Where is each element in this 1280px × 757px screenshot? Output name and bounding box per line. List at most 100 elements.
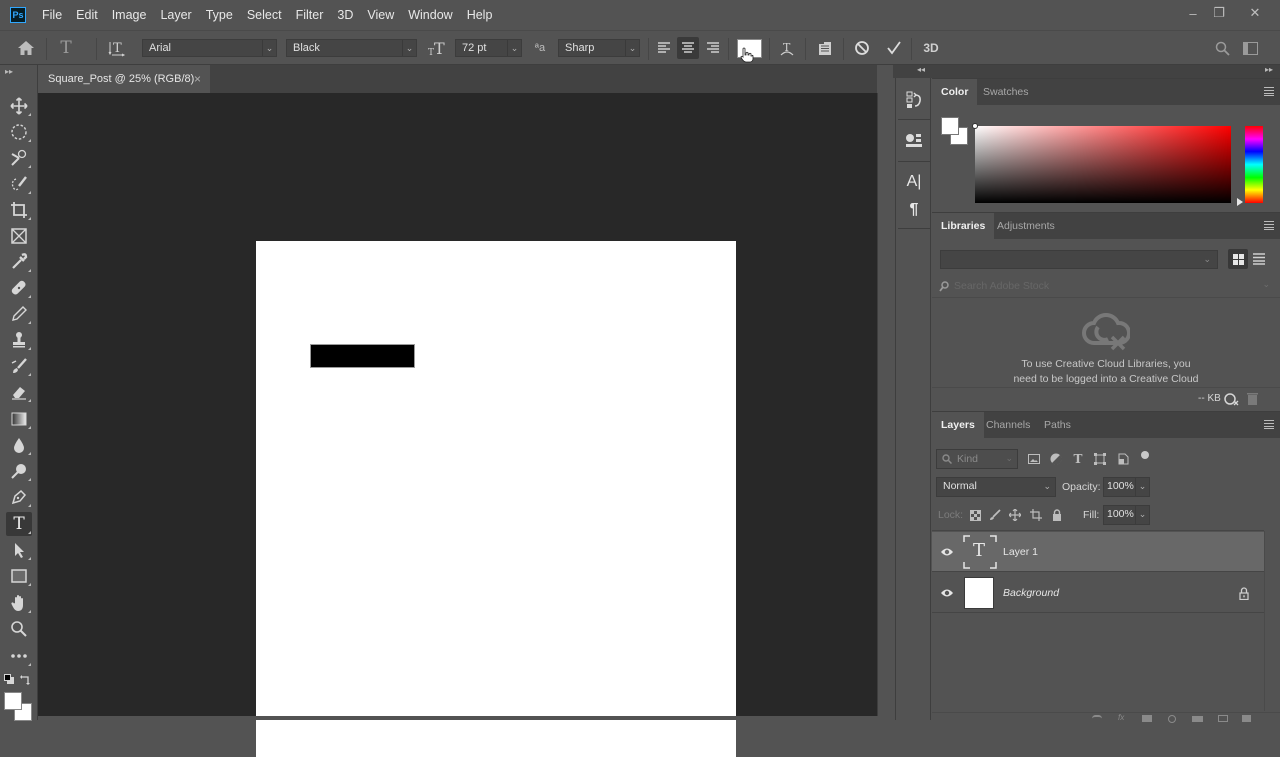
adjustment-layer-icon[interactable] (1168, 715, 1176, 723)
align-right-button[interactable] (702, 37, 724, 59)
menu-3d[interactable]: 3D (337, 8, 353, 22)
layer-filter-kind-select[interactable]: Kind ⌄ (936, 449, 1018, 469)
restore-button[interactable]: ❐ (1206, 4, 1232, 22)
tab-paths[interactable]: Paths (1035, 412, 1080, 438)
swap-colors-button[interactable] (20, 674, 31, 685)
tab-swatches[interactable]: Swatches (974, 79, 1038, 105)
tool-eyedropper[interactable] (6, 250, 32, 274)
trash-icon[interactable] (1247, 392, 1258, 405)
color-panel-foreground-swatch[interactable] (941, 117, 959, 135)
character-panel-button[interactable]: A| (899, 168, 929, 196)
tab-color[interactable]: Color (932, 79, 978, 105)
grid-view-button[interactable] (1228, 249, 1248, 269)
font-size-select[interactable]: 72 pt ⌄ (455, 39, 522, 57)
layer-row[interactable]: Background (932, 573, 1264, 613)
tool-type[interactable]: T (6, 512, 32, 536)
library-select[interactable]: ⌄ (940, 250, 1218, 269)
tool-brush[interactable] (6, 302, 32, 326)
tool-blur[interactable] (6, 433, 32, 457)
expand-panels-icon[interactable]: ▸▸ (1265, 65, 1273, 74)
tool-gradient[interactable] (6, 407, 32, 431)
character-panel-toggle[interactable] (814, 37, 836, 59)
tool-healing-brush[interactable] (6, 276, 32, 300)
blend-mode-select[interactable]: Normal ⌄ (936, 477, 1056, 497)
new-layer-icon[interactable] (1218, 715, 1228, 722)
filter-pixel-layers[interactable] (1027, 452, 1041, 466)
filter-shape-layers[interactable] (1093, 452, 1107, 466)
hue-slider-handle[interactable] (1237, 198, 1243, 206)
hue-slider[interactable] (1245, 126, 1263, 203)
filter-smart-objects[interactable] (1116, 452, 1130, 466)
opacity-slider-toggle[interactable]: ⌄ (1135, 477, 1150, 497)
tool-quick-selection[interactable] (6, 146, 32, 170)
menu-file[interactable]: File (42, 8, 62, 22)
lock-position[interactable] (1008, 508, 1022, 522)
menu-type[interactable]: Type (206, 8, 233, 22)
menu-image[interactable]: Image (112, 8, 147, 22)
layers-scrollbar[interactable] (1264, 531, 1280, 711)
filter-toggle-switch[interactable] (1141, 451, 1149, 459)
lock-artboard[interactable] (1029, 508, 1043, 522)
home-button[interactable] (15, 37, 37, 59)
new-group-icon[interactable] (1192, 716, 1203, 722)
layer-name[interactable]: Background (1003, 573, 1059, 613)
workspace-button[interactable] (1239, 37, 1261, 59)
lock-transparent-pixels[interactable] (968, 508, 982, 522)
collapse-toolbar-icon[interactable]: ▸▸ (5, 67, 13, 76)
fill-input[interactable]: 100% (1103, 505, 1136, 525)
collapse-dock-icon[interactable]: ◂◂ (917, 65, 925, 74)
commit-edits-button[interactable] (883, 37, 905, 59)
canvas-area[interactable] (38, 93, 877, 757)
tool-more[interactable] (6, 644, 32, 668)
tool-frame[interactable] (6, 224, 32, 248)
tab-channels[interactable]: Channels (977, 412, 1039, 438)
menu-filter[interactable]: Filter (296, 8, 324, 22)
horizontal-scrollbar[interactable] (38, 716, 893, 720)
warp-text-button[interactable]: T (776, 37, 798, 59)
color-picker-handle[interactable] (972, 123, 978, 129)
menu-select[interactable]: Select (247, 8, 282, 22)
default-colors-button[interactable] (4, 674, 15, 685)
tool-preset-picker[interactable]: T (55, 37, 77, 59)
3d-materials-panel-button[interactable] (899, 126, 929, 154)
align-left-button[interactable] (653, 37, 675, 59)
fx-icon[interactable]: fx (1118, 713, 1124, 722)
filter-type-layers[interactable]: T (1071, 452, 1085, 466)
menu-view[interactable]: View (367, 8, 394, 22)
cancel-edits-button[interactable] (851, 37, 873, 59)
close-document-icon[interactable]: × (194, 65, 201, 93)
menu-layer[interactable]: Layer (160, 8, 191, 22)
panel-menu-icon[interactable] (1264, 221, 1274, 230)
tool-elliptical-marquee[interactable] (6, 120, 32, 144)
paragraph-panel-button[interactable]: ¶ (899, 196, 929, 224)
tab-adjustments[interactable]: Adjustments (988, 213, 1064, 239)
stock-search-field[interactable]: Search Adobe Stock ⌄ (932, 276, 1280, 298)
document-tab[interactable]: Square_Post @ 25% (RGB/8) × (38, 65, 210, 93)
tool-object-selection[interactable] (6, 172, 32, 196)
delete-layer-icon[interactable] (1242, 715, 1251, 722)
text-layer-bounding-box[interactable] (310, 344, 415, 368)
menu-edit[interactable]: Edit (76, 8, 98, 22)
menu-help[interactable]: Help (467, 8, 493, 22)
search-button[interactable] (1211, 37, 1233, 59)
tool-path-selection[interactable] (6, 538, 32, 562)
tool-history-brush[interactable] (6, 354, 32, 378)
layer-row[interactable]: T Layer 1 (932, 532, 1264, 572)
tool-zoom[interactable] (6, 617, 32, 641)
tool-pen[interactable] (6, 485, 32, 509)
minimize-button[interactable]: – (1180, 4, 1206, 22)
link-layers-icon[interactable] (1092, 715, 1102, 722)
layer-name[interactable]: Layer 1 (1003, 532, 1038, 572)
add-mask-icon[interactable] (1142, 715, 1152, 722)
font-style-select[interactable]: Black ⌄ (286, 39, 417, 57)
tool-rectangle[interactable] (6, 564, 32, 588)
tool-dodge[interactable] (6, 459, 32, 483)
create-3d-button[interactable]: 3D (920, 37, 942, 59)
visibility-eye-icon[interactable] (940, 587, 954, 599)
history-panel-button[interactable] (899, 86, 929, 114)
tool-clone-stamp[interactable] (6, 328, 32, 352)
document-canvas[interactable] (256, 241, 736, 757)
anti-alias-select[interactable]: Sharp ⌄ (558, 39, 640, 57)
tool-crop[interactable] (6, 198, 32, 222)
tool-eraser[interactable] (6, 380, 32, 404)
